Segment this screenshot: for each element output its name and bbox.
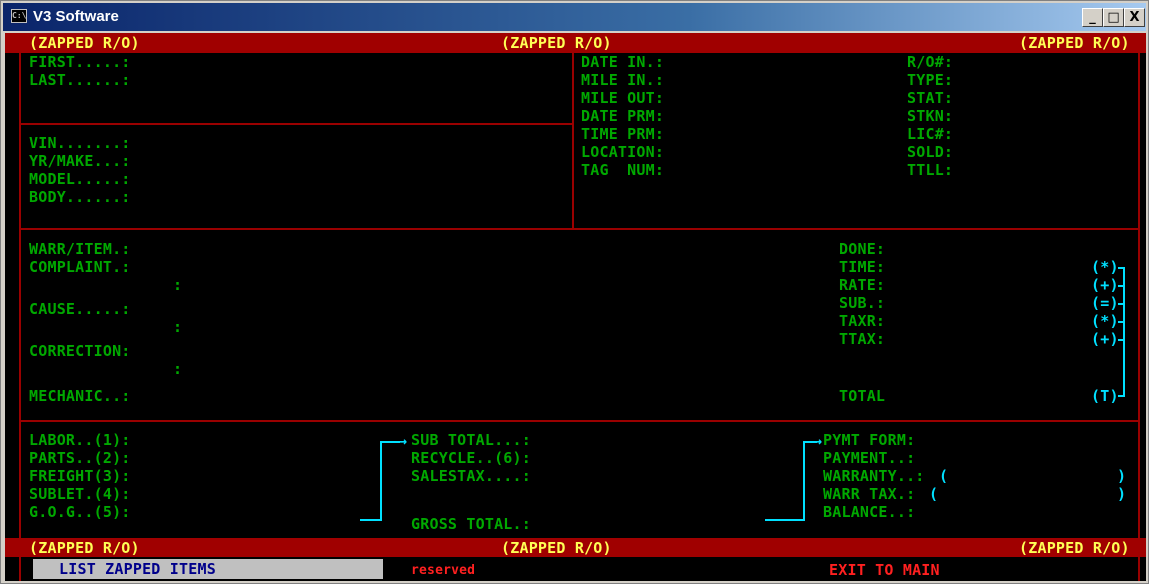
frame-divider-vertical xyxy=(572,53,574,229)
op-equals-button[interactable]: (=) xyxy=(1091,294,1119,312)
label-complaint-cont: : xyxy=(173,276,183,294)
label-labor: LABOR..(1): xyxy=(29,431,131,449)
op-multiply-button[interactable]: (*) xyxy=(1091,258,1119,276)
label-stat: STAT: xyxy=(907,89,954,107)
label-complaint: COMPLAINT.: xyxy=(29,258,131,276)
label-correction-cont: : xyxy=(173,360,183,378)
menu-frame-right xyxy=(1138,557,1140,581)
console-window: C:\ V3 Software _ □ X (ZAPPED R/O) (ZAPP… xyxy=(0,0,1149,584)
label-tag-num: TAG NUM: xyxy=(581,161,665,179)
label-date-in: DATE IN.: xyxy=(581,53,665,71)
label-stkn: STKN: xyxy=(907,107,954,125)
label-cause-cont: : xyxy=(173,318,183,336)
console-icon[interactable]: C:\ xyxy=(11,9,27,23)
label-time-prm: TIME PRM: xyxy=(581,125,665,143)
totals-arrow-head: → xyxy=(398,432,408,450)
calc-bracket-tick-1 xyxy=(1118,285,1125,287)
totals-bracket-foot xyxy=(360,519,382,521)
payment-arrow-head: → xyxy=(813,432,823,450)
label-yr-make: YR/MAKE...: xyxy=(29,152,131,170)
label-cause: CAUSE.....: xyxy=(29,300,131,318)
label-total: TOTAL xyxy=(839,387,886,405)
frame-divider-lower xyxy=(19,420,1140,422)
label-mile-in: MILE IN.: xyxy=(581,71,665,89)
label-pymt-form: PYMT FORM: xyxy=(823,431,916,449)
frame-left xyxy=(19,53,21,538)
label-time: TIME: xyxy=(839,258,886,276)
maximize-button[interactable]: □ xyxy=(1103,8,1124,27)
banner-center: (ZAPPED R/O) xyxy=(501,34,612,52)
op-add-tax-button[interactable]: (+) xyxy=(1091,330,1119,348)
label-done: DONE: xyxy=(839,240,886,258)
label-freight: FREIGHT(3): xyxy=(29,467,131,485)
label-balance: BALANCE..: xyxy=(823,503,916,521)
payment-bracket-foot xyxy=(765,519,805,521)
label-sold: SOLD: xyxy=(907,143,954,161)
label-body: BODY......: xyxy=(29,188,131,206)
console-screen: (ZAPPED R/O) (ZAPPED R/O) (ZAPPED R/O) F… xyxy=(5,33,1146,581)
label-sub: SUB.: xyxy=(839,294,886,312)
menu-frame-left xyxy=(19,557,21,581)
exit-to-main-option[interactable]: EXIT TO MAIN xyxy=(829,561,940,579)
reserved-option[interactable]: reserved xyxy=(411,562,475,580)
label-date-prm: DATE PRM: xyxy=(581,107,665,125)
label-sub-total: SUB TOTAL...: xyxy=(411,431,531,449)
frame-divider-customer xyxy=(19,123,574,125)
bottom-banner-left: (ZAPPED R/O) xyxy=(29,539,140,557)
minimize-button[interactable]: _ xyxy=(1082,8,1103,27)
label-mechanic: MECHANIC..: xyxy=(29,387,131,405)
warranty-close-paren: ) xyxy=(1117,467,1127,485)
list-zapped-items-button[interactable]: LIST ZAPPED ITEMS xyxy=(59,560,216,578)
op-total-button[interactable]: (T) xyxy=(1091,387,1119,405)
label-vin: VIN.......: xyxy=(29,134,131,152)
window-title: V3 Software xyxy=(33,8,119,25)
label-sublet: SUBLET.(4): xyxy=(29,485,131,503)
totals-bracket-arrow xyxy=(380,441,400,443)
frame-divider-upper xyxy=(19,228,1140,230)
label-payment: PAYMENT..: xyxy=(823,449,916,467)
payment-bracket-vertical xyxy=(803,441,805,521)
label-warr-tax: WARR TAX.: xyxy=(823,485,916,503)
label-correction: CORRECTION: xyxy=(29,342,131,360)
banner-right: (ZAPPED R/O) xyxy=(1019,34,1130,52)
calc-bracket-bottom xyxy=(1118,395,1125,397)
label-warr-item: WARR/ITEM.: xyxy=(29,240,131,258)
banner-left: (ZAPPED R/O) xyxy=(29,34,140,52)
title-bar[interactable]: C:\ V3 Software _ □ X xyxy=(3,3,1146,31)
label-model: MODEL.....: xyxy=(29,170,131,188)
bottom-banner-center: (ZAPPED R/O) xyxy=(501,539,612,557)
label-last: LAST......: xyxy=(29,71,131,89)
calc-bracket-tick-3 xyxy=(1118,321,1125,323)
label-warranty: WARRANTY..: xyxy=(823,467,925,485)
label-type: TYPE: xyxy=(907,71,954,89)
totals-bracket-vertical xyxy=(380,441,382,521)
label-mile-out: MILE OUT: xyxy=(581,89,665,107)
label-salestax: SALESTAX....: xyxy=(411,467,531,485)
label-gog: G.O.G..(5): xyxy=(29,503,131,521)
warranty-open-paren: ( xyxy=(939,467,949,485)
frame-right xyxy=(1138,53,1140,538)
bottom-banner-right: (ZAPPED R/O) xyxy=(1019,539,1130,557)
close-button[interactable]: X xyxy=(1124,8,1145,27)
label-ttax: TTAX: xyxy=(839,330,886,348)
label-ro-num: R/O#: xyxy=(907,53,954,71)
warr-tax-close-paren: ) xyxy=(1117,485,1127,503)
calc-bracket-top xyxy=(1118,267,1125,269)
calc-bracket-tick-4 xyxy=(1118,339,1125,341)
label-gross-total: GROSS TOTAL.: xyxy=(411,515,531,533)
label-parts: PARTS..(2): xyxy=(29,449,131,467)
label-recycle: RECYCLE..(6): xyxy=(411,449,531,467)
label-ttll: TTLL: xyxy=(907,161,954,179)
op-multiply-tax-button[interactable]: (*) xyxy=(1091,312,1119,330)
warr-tax-open-paren: ( xyxy=(929,485,939,503)
label-taxr: TAXR: xyxy=(839,312,886,330)
label-location: LOCATION: xyxy=(581,143,665,161)
label-lic: LIC#: xyxy=(907,125,954,143)
label-first: FIRST.....: xyxy=(29,53,131,71)
calc-bracket-tick-2 xyxy=(1118,303,1125,305)
op-add-button[interactable]: (+) xyxy=(1091,276,1119,294)
label-rate: RATE: xyxy=(839,276,886,294)
